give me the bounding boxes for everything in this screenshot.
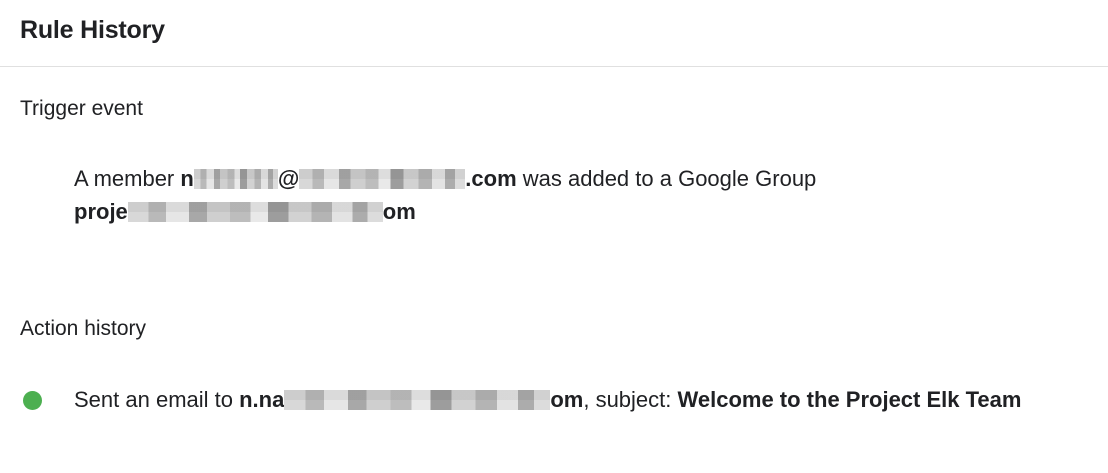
recipient-email: n.na om <box>239 387 584 412</box>
page-title: Rule History <box>20 16 165 44</box>
member-email: n @ .com <box>180 166 517 191</box>
header: Rule History <box>0 0 1108 67</box>
redacted-block <box>193 169 278 189</box>
redacted-block <box>284 390 551 410</box>
group-email: proje om <box>74 199 416 224</box>
action-prefix: Sent an email to <box>74 387 240 412</box>
success-status-icon <box>23 391 42 410</box>
trigger-middle: was added to a Google Group <box>516 166 817 191</box>
action-middle: , subject: <box>583 387 678 412</box>
trigger-prefix: A member <box>74 166 181 191</box>
action-history-heading: Action history <box>20 317 147 340</box>
trigger-event-description: A member n @ .com was added to a Google Gr… <box>74 162 874 228</box>
email-subject: Welcome to the Project Elk Team <box>677 387 1022 412</box>
action-history-item: Sent an email to n.na om, subject: Welcom… <box>74 385 1021 415</box>
redacted-block <box>127 202 383 222</box>
trigger-event-heading: Trigger event <box>20 97 143 120</box>
redacted-block <box>299 169 466 189</box>
